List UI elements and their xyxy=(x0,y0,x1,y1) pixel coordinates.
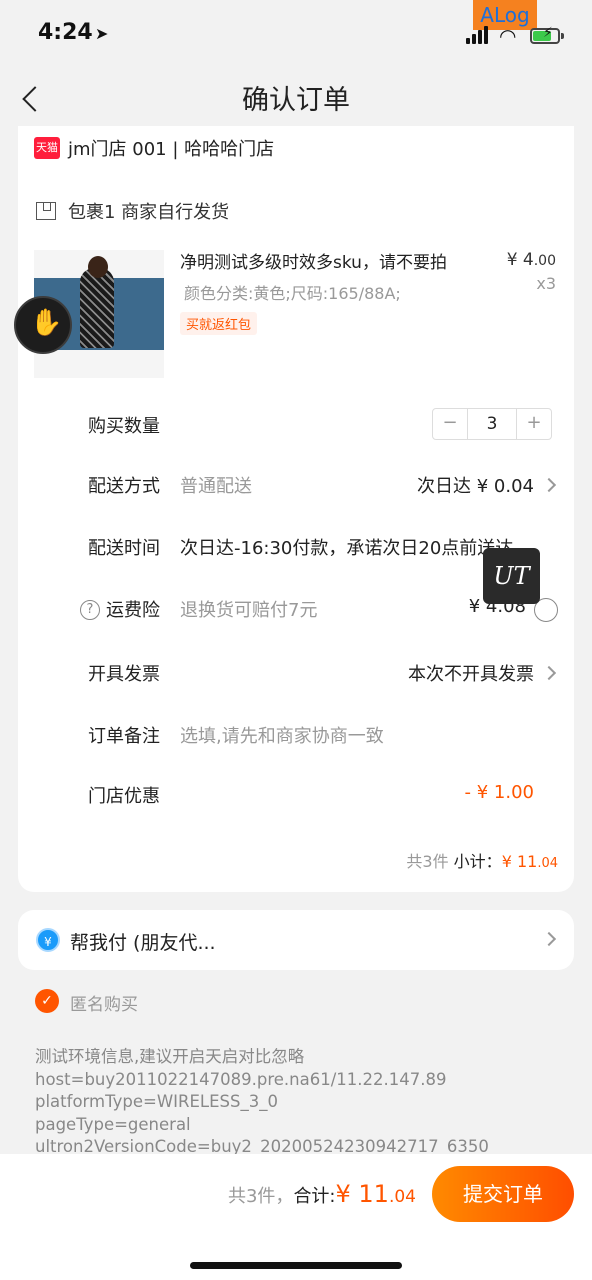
product-title[interactable]: 净明测试多级时效多sku，请不要拍 xyxy=(180,248,480,273)
ut-debug-button[interactable]: UT xyxy=(483,548,540,604)
hand-icon[interactable] xyxy=(14,296,72,354)
friend-pay-card[interactable]: ¥ 帮我付 (朋友代... xyxy=(18,910,574,970)
cellular-signal-icon xyxy=(466,26,490,44)
subtotal: 共3件 小计：¥ 11.04 xyxy=(406,852,558,871)
quantity-value[interactable]: 3 xyxy=(467,409,517,439)
shipping-value: 次日达 ¥ 0.04 xyxy=(417,476,534,497)
nav-bar: 确认订单 xyxy=(0,72,592,126)
package-header: 包裹1 商家自行发货 xyxy=(36,198,229,224)
insurance-desc: 退换货可赔付7元 xyxy=(180,600,318,621)
tmall-icon: 天猫 xyxy=(34,137,60,159)
promo-tag: 买就返红包 xyxy=(180,312,258,335)
status-time: 4:24 xyxy=(38,20,93,45)
shop-name: jm门店 001 | 哈哈哈门店 xyxy=(68,139,275,160)
location-arrow-icon: ➤ xyxy=(95,24,109,43)
increase-button[interactable]: + xyxy=(517,409,551,439)
product-price: ¥ 4.00 xyxy=(506,250,556,270)
store-discount-row: 门店优惠 - ¥ 1.00 xyxy=(18,776,574,816)
friend-pay-label: 帮我付 (朋友代... xyxy=(70,932,216,954)
chevron-right-icon xyxy=(541,665,557,681)
quantity-label: 购买数量 xyxy=(88,416,160,437)
store-discount-value: - ¥ 1.00 xyxy=(464,782,534,803)
product-quantity: x3 xyxy=(536,274,556,293)
remark-input[interactable]: 选填,请先和商家协商一致 xyxy=(180,722,384,748)
order-card: 天猫 jm门店 001 | 哈哈哈门店 包裹1 商家自行发货 净明测试多级时效多… xyxy=(14,126,574,892)
debug-line: platformType=WIRELESS_3_0 xyxy=(35,1092,278,1111)
remark-row[interactable]: 订单备注 选填,请先和商家协商一致 xyxy=(18,716,574,756)
debug-line: host=buy2011022147089.pre.na61/11.22.147… xyxy=(35,1069,447,1089)
chevron-right-icon xyxy=(541,931,557,947)
invoice-value: 本次不开具发票 xyxy=(408,664,534,685)
shipping-method: 普通配送 xyxy=(180,476,252,497)
submit-order-button[interactable]: 提交订单 xyxy=(432,1166,574,1222)
package-icon xyxy=(36,202,56,220)
home-indicator[interactable] xyxy=(190,1262,402,1269)
quantity-stepper: − 3 + xyxy=(432,408,552,440)
debug-info: 测试环境信息,建议开启天启对比忽略 host=buy2011022147089.… xyxy=(35,1046,575,1159)
shipping-label: 配送方式 xyxy=(88,476,160,497)
debug-line: pageType=general xyxy=(35,1114,191,1134)
wifi-icon: ◠ xyxy=(499,24,517,48)
product-spec: 颜色分类:黄色;尺码:165/88A; xyxy=(184,284,401,303)
decrease-button[interactable]: − xyxy=(433,409,467,439)
store-discount-label: 门店优惠 xyxy=(88,786,160,807)
order-total: 共3件，合计:¥ 11.04 xyxy=(227,1180,416,1208)
quantity-row: 购买数量 − 3 + xyxy=(18,406,574,446)
page-title: 确认订单 xyxy=(242,85,350,116)
delivery-time-value: 次日达-16:30付款，承诺次日20点前送达 xyxy=(180,538,514,559)
insurance-label: 运费险 xyxy=(106,600,160,621)
package-label: 包裹1 商家自行发货 xyxy=(68,202,230,223)
invoice-label: 开具发票 xyxy=(88,664,160,685)
invoice-row[interactable]: 开具发票 本次不开具发票 xyxy=(18,654,574,694)
chevron-right-icon xyxy=(541,477,557,493)
battery-icon: ⚡ xyxy=(530,25,564,44)
status-bar: 4:24 ➤ ALog ◠ ⚡ xyxy=(0,0,592,72)
shop-header[interactable]: 天猫 jm门店 001 | 哈哈哈门店 xyxy=(34,136,274,160)
checkout-footer: 共3件，合计:¥ 11.04 提交订单 xyxy=(0,1154,592,1280)
anonymous-checkbox[interactable]: ✓ xyxy=(35,989,59,1013)
friend-pay-icon: ¥ xyxy=(36,928,60,952)
shipping-row[interactable]: 配送方式 普通配送 次日达 ¥ 0.04 xyxy=(18,466,574,506)
delivery-time-label: 配送时间 xyxy=(88,538,160,559)
remark-label: 订单备注 xyxy=(88,726,160,747)
anonymous-label: 匿名购买 xyxy=(70,995,138,1015)
help-icon[interactable]: ? xyxy=(80,600,100,620)
debug-line: 测试环境信息,建议开启天启对比忽略 xyxy=(35,1047,305,1066)
